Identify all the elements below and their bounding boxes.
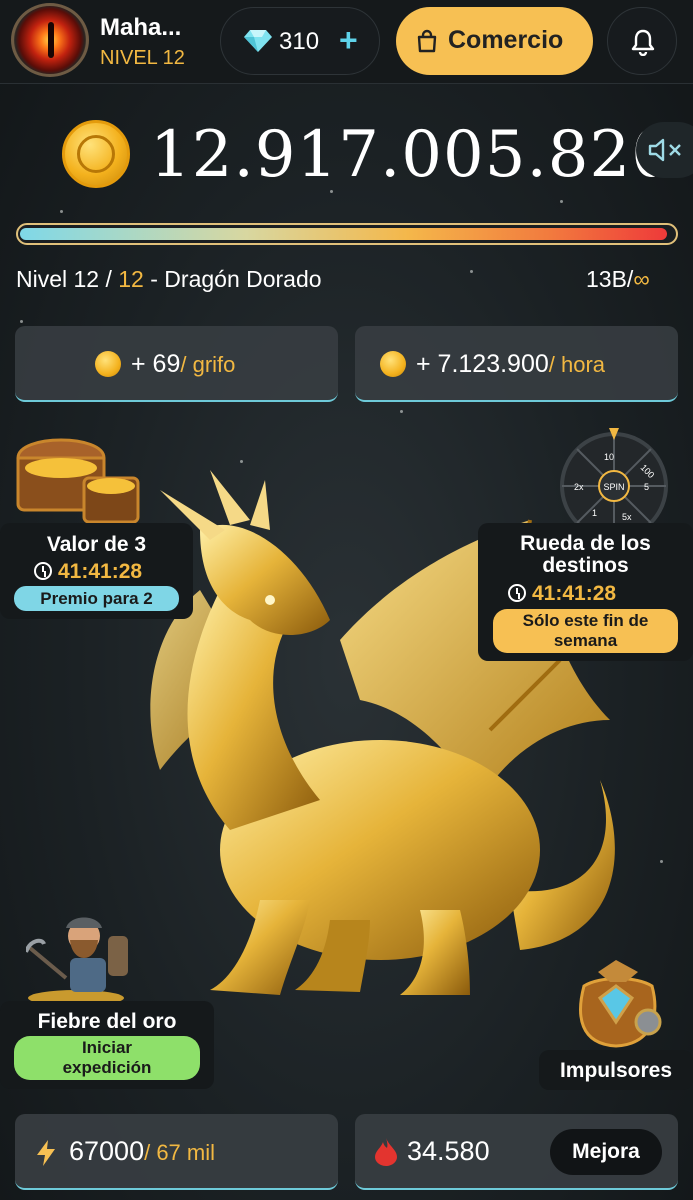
dwarf-miner-icon[interactable] — [26, 908, 136, 1004]
wheel-of-fortune-icon[interactable]: SPIN 10 100 5 2x 5x 1 — [556, 428, 672, 540]
clock-icon — [508, 584, 526, 602]
energy-value: 67000 — [69, 1136, 145, 1166]
upgrade-button[interactable]: Mejora — [550, 1129, 662, 1175]
lightning-icon — [37, 1140, 55, 1166]
treasure-event-card[interactable]: Valor de 3 41:41:28 Premio para 2 — [0, 523, 193, 619]
wheel-event-card[interactable]: Rueda de los destinos 41:41:28 Sólo este… — [478, 523, 693, 661]
add-gems-button[interactable]: + — [339, 22, 358, 59]
gold-rush-card: Fiebre del oro Iniciar expedición — [0, 1001, 214, 1089]
gem-count: 310 — [279, 28, 320, 55]
coin-balance: 12.917.005.820 — [150, 118, 673, 192]
gold-rush-title: Fiebre del oro — [37, 1010, 177, 1033]
boosters-card[interactable]: Impulsores — [539, 1050, 693, 1090]
treasure-prize-badge: Premio para 2 — [14, 586, 179, 611]
tap-rate-value: + 69 — [131, 350, 181, 378]
level-progress-fill — [20, 228, 667, 240]
coin-icon — [95, 351, 121, 377]
sound-toggle-button[interactable] — [636, 122, 693, 178]
svg-text:5: 5 — [644, 482, 649, 492]
cap-value: 13B/ — [586, 266, 634, 292]
coin-icon — [62, 120, 130, 188]
infinity-symbol: ∞ — [633, 266, 650, 292]
level-progress-bar — [16, 223, 678, 245]
svg-text:5x: 5x — [622, 512, 632, 522]
weekend-only-badge: Sólo este fin de semana — [493, 609, 678, 653]
level-name: - Dragón Dorado — [143, 266, 322, 292]
hourly-rate-unit: / hora — [548, 352, 606, 377]
gem-balance[interactable]: 310 + — [220, 7, 380, 75]
username: Maha... — [100, 14, 182, 41]
notifications-button[interactable] — [607, 7, 677, 75]
svg-text:2x: 2x — [574, 482, 584, 492]
wheel-event-title-line2: destinos — [542, 554, 629, 577]
fire-drop-icon — [375, 1138, 397, 1166]
start-expedition-button[interactable]: Iniciar expedición — [14, 1036, 200, 1080]
level-info: Nivel 12 / 12 - Dragón Dorado — [16, 266, 322, 293]
shop-button-label: Comercio — [448, 26, 564, 54]
diamond-icon — [244, 30, 272, 52]
boosters-title: Impulsores — [559, 1059, 673, 1082]
boosters-icon[interactable] — [566, 956, 670, 1052]
shopping-bag-icon — [417, 29, 437, 53]
tap-rate-card: + 69/ grifo — [15, 326, 338, 402]
avatar[interactable] — [11, 3, 89, 77]
level-current: Nivel 12 / — [16, 266, 119, 292]
fire-value: 34.580 — [407, 1136, 490, 1166]
coin-icon — [380, 351, 406, 377]
hourly-rate-value: + 7.123.900 — [416, 350, 549, 378]
treasure-event-title: Valor de 3 — [46, 533, 147, 556]
bell-icon — [631, 29, 655, 56]
svg-text:10: 10 — [604, 452, 614, 462]
treasure-event-timer: 41:41:28 — [34, 560, 142, 584]
wheel-event-timer: 41:41:28 — [508, 582, 616, 606]
clock-icon — [34, 562, 52, 580]
wheel-spin-label: SPIN — [603, 482, 624, 492]
speaker-muted-icon — [648, 138, 681, 162]
hourly-rate-card: + 7.123.900/ hora — [355, 326, 678, 402]
energy-card: 67000/ 67 mil — [15, 1114, 338, 1190]
svg-text:1: 1 — [592, 508, 597, 518]
shop-button[interactable]: Comercio — [396, 7, 593, 75]
user-level: NIVEL 12 — [100, 47, 185, 69]
energy-max: / 67 mil — [144, 1140, 216, 1165]
balance-cap: 13B/∞ — [586, 266, 650, 293]
tap-rate-unit: / grifo — [180, 352, 236, 377]
treasure-chest-icon[interactable] — [14, 428, 140, 526]
level-max: 12 — [118, 266, 144, 292]
wheel-event-title-line1: Rueda de los — [520, 532, 651, 555]
top-bar: Maha... NIVEL 12 310 + Comercio — [0, 0, 693, 84]
